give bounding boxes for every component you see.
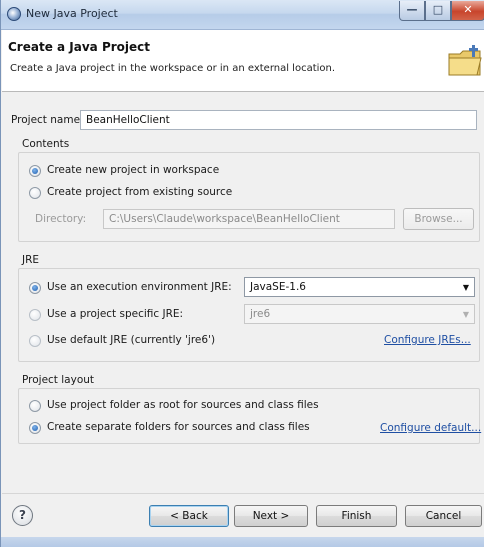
new-java-project-dialog: New Java Project — □ ✕ Create a Java Pro… [0, 0, 484, 547]
use-project-root-radio[interactable] [29, 400, 41, 412]
title-bar: New Java Project — □ ✕ [1, 0, 484, 30]
project-layout-group-title: Project layout [22, 374, 95, 386]
footer-separator [2, 493, 484, 494]
page-description: Create a Java project in the workspace o… [10, 63, 336, 74]
help-icon[interactable]: ? [12, 505, 33, 526]
project-specific-jre-select[interactable]: jre6 ▼ [244, 304, 475, 324]
directory-label: Directory: [35, 213, 87, 225]
window-title: New Java Project [26, 7, 118, 20]
project-name-input[interactable]: BeanHelloClient [80, 110, 477, 130]
project-layout-group [18, 388, 480, 444]
use-project-specific-jre-label[interactable]: Use a project specific JRE: [47, 308, 183, 320]
back-button[interactable]: < Back [149, 505, 229, 527]
window-bottom-border [1, 537, 484, 547]
configure-default-link[interactable]: Configure default... [380, 422, 481, 434]
minimize-button[interactable]: — [399, 1, 425, 21]
separate-folders-radio[interactable] [29, 422, 41, 434]
separate-folders-label[interactable]: Create separate folders for sources and … [47, 421, 310, 433]
java-project-folder-icon [448, 45, 482, 76]
close-button[interactable]: ✕ [451, 1, 484, 21]
use-default-jre-radio[interactable] [29, 335, 41, 347]
directory-input[interactable]: C:\Users\Claude\workspace\BeanHelloClien… [103, 209, 395, 229]
use-execution-env-radio[interactable] [29, 282, 41, 294]
configure-jres-link[interactable]: Configure JREs... [384, 334, 471, 346]
cancel-button[interactable]: Cancel [405, 505, 482, 527]
execution-env-value: JavaSE-1.6 [250, 281, 306, 293]
dropdown-arrow-icon: ▼ [462, 310, 469, 319]
execution-env-select[interactable]: JavaSE-1.6 ▼ [244, 277, 475, 297]
create-from-existing-radio[interactable] [29, 187, 41, 199]
use-project-specific-jre-radio[interactable] [29, 309, 41, 321]
finish-button[interactable]: Finish [316, 505, 397, 527]
create-new-project-label[interactable]: Create new project in workspace [47, 164, 219, 176]
create-from-existing-label[interactable]: Create project from existing source [47, 186, 232, 198]
page-title: Create a Java Project [8, 40, 151, 54]
use-default-jre-label[interactable]: Use default JRE (currently 'jre6') [47, 334, 215, 346]
project-name-label: Project name: [11, 114, 84, 126]
jre-group-title: JRE [22, 254, 40, 266]
wizard-header: Create a Java Project Create a Java proj… [2, 30, 484, 92]
contents-group-title: Contents [22, 138, 70, 150]
eclipse-icon [7, 7, 21, 21]
use-project-root-label[interactable]: Use project folder as root for sources a… [47, 399, 319, 411]
use-execution-env-label[interactable]: Use an execution environment JRE: [47, 281, 232, 293]
next-button[interactable]: Next > [234, 505, 308, 527]
browse-button[interactable]: Browse... [403, 208, 474, 230]
maximize-button[interactable]: □ [425, 1, 451, 21]
project-specific-jre-value: jre6 [250, 308, 271, 320]
dropdown-arrow-icon: ▼ [462, 283, 469, 292]
create-new-project-radio[interactable] [29, 165, 41, 177]
